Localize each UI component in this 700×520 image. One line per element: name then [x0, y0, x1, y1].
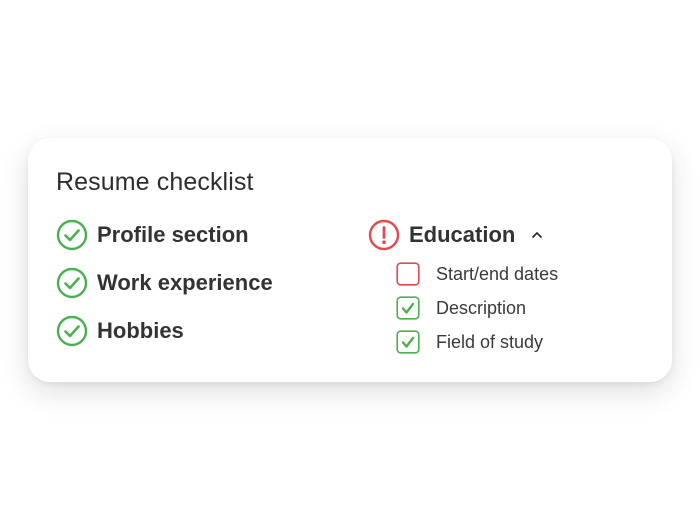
check-circle-icon	[56, 267, 88, 299]
checklist-item-work-experience: Work experience	[56, 266, 273, 300]
checklist-item-label: Profile section	[97, 222, 249, 247]
education-section: Education Start/end dates Description Fi…	[368, 218, 558, 364]
subitem-label: Description	[436, 297, 527, 318]
checklist-item-label: Hobbies	[97, 318, 184, 343]
subitem-label: Field of study	[436, 331, 544, 352]
education-section-label: Education	[409, 222, 516, 247]
check-circle-icon	[56, 219, 88, 251]
alert-circle-icon	[368, 219, 400, 251]
card-title: Resume checklist	[56, 168, 254, 196]
subitem-start-end-dates: Start/end dates	[396, 262, 558, 286]
chevron-up-icon[interactable]	[529, 227, 545, 243]
unchecked-checkbox-icon[interactable]	[396, 262, 420, 286]
checklist-item-label: Work experience	[97, 270, 273, 295]
completed-sections-list: Profile section Work experience Hobbies	[56, 218, 273, 362]
subitem-label: Start/end dates	[436, 263, 559, 284]
education-section-toggle[interactable]: Education	[368, 218, 558, 252]
subitem-field-of-study: Field of study	[396, 330, 558, 354]
education-subitems-list: Start/end dates Description Field of stu…	[396, 262, 558, 354]
resume-checklist-card: Resume checklist Profile section Work ex…	[28, 138, 672, 382]
checked-checkbox-icon[interactable]	[396, 330, 420, 354]
check-circle-icon	[56, 315, 88, 347]
checklist-item-profile-section: Profile section	[56, 218, 273, 252]
checked-checkbox-icon[interactable]	[396, 296, 420, 320]
subitem-description: Description	[396, 296, 558, 320]
checklist-item-hobbies: Hobbies	[56, 314, 273, 348]
